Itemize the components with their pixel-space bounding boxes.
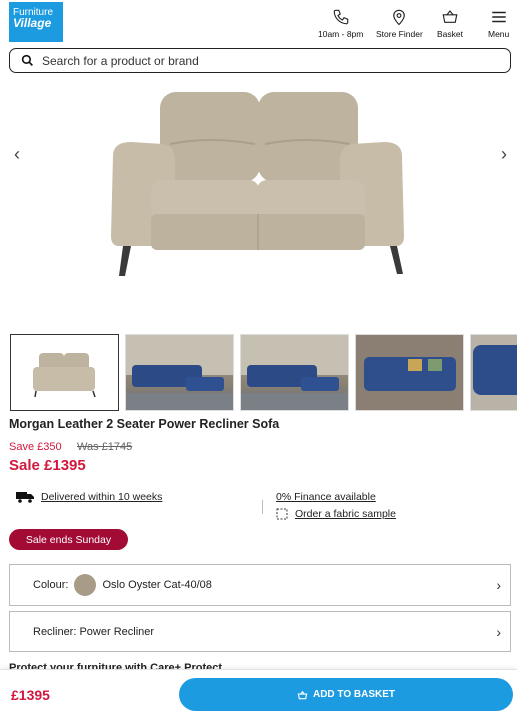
menu-label: Menu [488,29,510,39]
basket-button[interactable]: Basket [437,8,463,39]
product-image-carousel[interactable]: ‹ › [0,78,517,328]
colour-selector[interactable]: Colour: Oslo Oyster Cat-40/08 › [9,564,511,606]
fabric-sample-link[interactable]: Order a fabric sample [276,508,396,520]
thumbnail-2[interactable] [125,334,234,411]
colour-value: Oslo Oyster Cat-40/08 [102,579,212,591]
save-amount: Save £350 [9,441,62,453]
add-to-basket-button[interactable]: ADD TO BASKET [179,678,513,711]
room-thumbnail-image [471,335,517,410]
phone-icon [333,9,348,25]
was-price: Was £1745 [77,441,133,453]
next-image-arrow[interactable]: › [494,144,514,164]
furniture-village-logo[interactable]: Furniture Village [9,2,63,42]
menu-button[interactable]: Menu [488,8,509,39]
add-to-basket-label: ADD TO BASKET [312,689,396,700]
finance-link[interactable]: 0% Finance available [276,491,376,503]
chevron-right-icon: › [496,577,501,593]
recliner-option-text: Recliner: Power Recliner [33,625,155,638]
finance-text: 0% Finance available [276,491,376,503]
fabric-sample-icon [276,508,288,520]
logo-text-line2: Village [13,16,52,30]
delivery-truck-icon [16,492,34,503]
opening-hours-label: 10am - 8pm [318,29,364,39]
thumbnail-3[interactable] [240,334,349,411]
delivery-info-link[interactable]: Delivered within 10 weeks [16,491,162,503]
search-bar[interactable] [9,48,511,73]
thumbnail-strip [10,334,517,411]
previous-image-arrow[interactable]: ‹ [7,144,27,164]
location-pin-icon [393,9,406,26]
sofa-thumbnail-image [33,353,96,398]
room-thumbnail-image [241,335,348,410]
basket-icon [297,690,308,699]
thumbnail-1[interactable] [10,334,119,411]
sale-ends-badge: Sale ends Sunday [9,529,128,550]
delivery-text: Delivered within 10 weeks [41,491,163,503]
basket-icon [442,10,458,23]
sticky-price: £1395 [11,687,50,703]
colour-label: Colour: [33,579,69,591]
chevron-right-icon: › [496,623,501,640]
room-thumbnail-image [356,335,463,410]
store-finder-label: Store Finder [376,29,423,39]
search-icon [21,54,33,66]
fabric-sample-text: Order a fabric sample [295,508,396,520]
hamburger-menu-icon [491,11,506,23]
store-finder-button[interactable]: Store Finder [376,8,423,39]
product-title: Morgan Leather 2 Seater Power Recliner S… [9,417,280,431]
sale-price: Sale £1395 [9,457,86,474]
opening-hours-button[interactable]: 10am - 8pm [318,8,363,39]
basket-label: Basket [437,29,463,39]
site-header: Furniture Village 10am - 8pm Store Finde… [0,0,517,44]
colour-swatch [74,574,97,596]
sofa-main-image [111,92,404,276]
search-input[interactable] [42,53,482,68]
thumbnail-4[interactable] [355,334,464,411]
thumbnail-5[interactable] [470,334,517,411]
sticky-add-to-basket-bar: £1395 ADD TO BASKET [0,669,517,724]
feature-divider [262,500,263,514]
room-thumbnail-image [126,335,233,410]
recliner-selector[interactable]: Recliner: Power Recliner › [9,611,511,652]
